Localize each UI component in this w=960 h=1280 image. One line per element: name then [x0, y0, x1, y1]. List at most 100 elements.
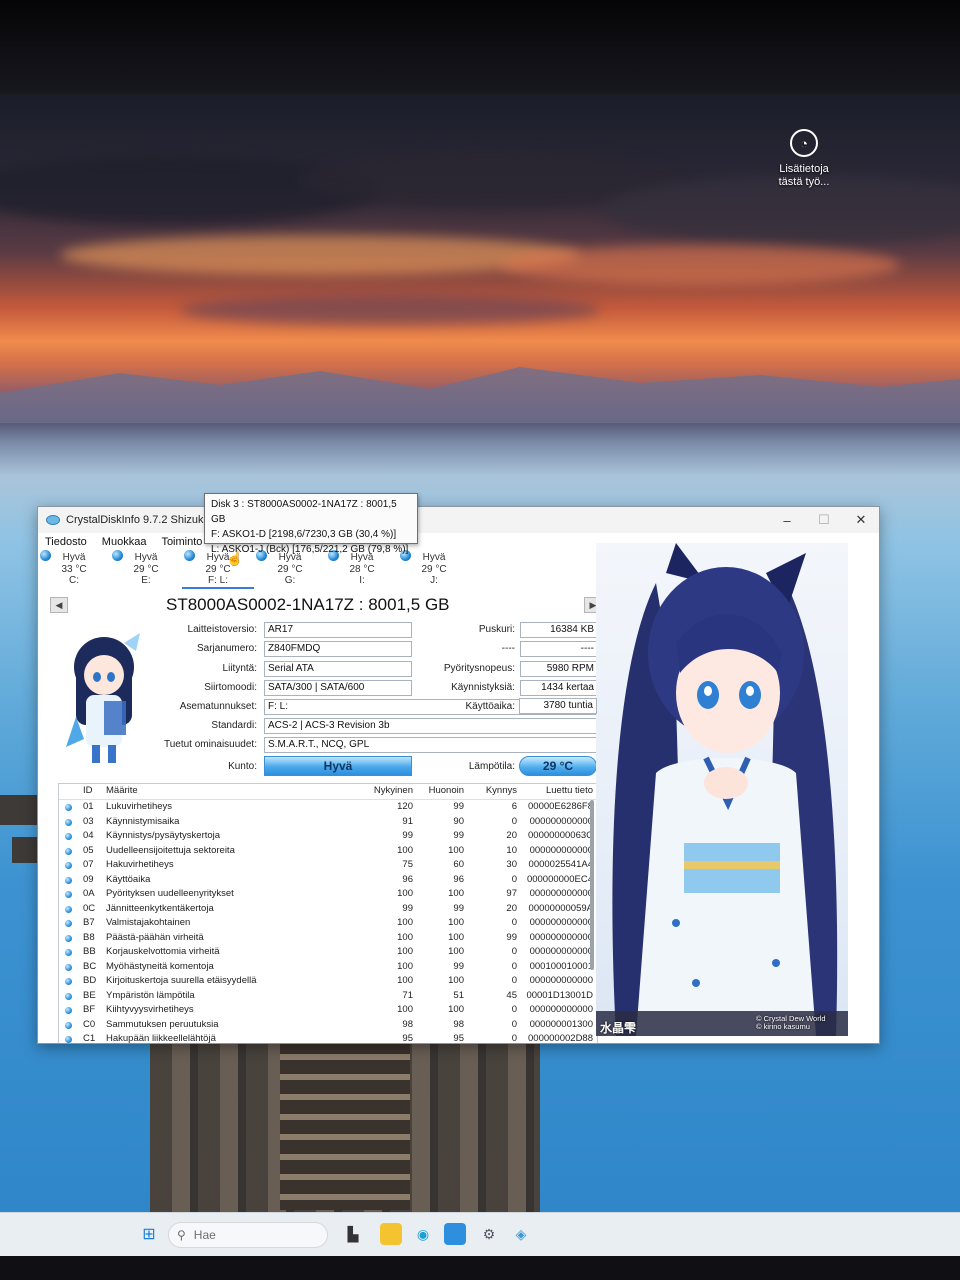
attr-threshold: 20 — [506, 902, 517, 914]
smart-attributes-table[interactable]: ID Määrite Nykyinen Huonoin Kynnys Luett… — [58, 783, 598, 1044]
drive-button-c[interactable]: Hyvä 33 °C C: — [38, 549, 110, 589]
table-row[interactable]: 01 Lukuvirhetiheys 120 99 6 00000E6286F8 — [59, 800, 597, 815]
rotation-label: Pyöritysnopeus: — [443, 663, 515, 674]
table-row[interactable]: 05 Uudelleensijoitettuja sektoreita 100 100… — [59, 844, 597, 859]
attr-current: 99 — [402, 902, 413, 914]
task-view-icon[interactable]: ▙ — [342, 1223, 364, 1245]
attr-id: C1 — [83, 1033, 96, 1044]
attr-raw: 000000000000 — [529, 931, 593, 943]
col-id[interactable]: ID — [83, 785, 93, 796]
tooltip-line-1: Disk 3 : ST8000AS0002-1NA17Z : 8001,5 GB — [211, 499, 397, 525]
attr-id: BB — [83, 946, 96, 957]
table-row[interactable]: C0 Sammutuksen peruutuksia 98 98 0 0000000013… — [59, 1018, 597, 1033]
table-row[interactable]: BB Korjauskelvottomia virheitä 100 100 0 0000… — [59, 945, 597, 960]
table-row[interactable]: BF Kiihtyvyysvirhetiheys 100 100 0 0000000000… — [59, 1003, 597, 1018]
health-status-button[interactable]: Hyvä — [264, 756, 412, 776]
table-row[interactable]: 07 Hakuvirhetiheys 75 60 30 0000025541A4 — [59, 858, 597, 873]
attr-worst: 100 — [448, 1004, 464, 1015]
drive-temp: 33 °C — [61, 564, 87, 575]
edge-icon[interactable]: ◉ — [412, 1223, 434, 1245]
attr-id: 03 — [83, 815, 94, 827]
attr-raw: 000000000000 — [529, 815, 593, 827]
attr-name: Kirjoituskertoja suurella etäisyydellä — [106, 975, 257, 986]
firmware-value: AR17 — [264, 622, 412, 638]
attr-current: 98 — [402, 1018, 413, 1030]
col-attribute[interactable]: Määrite — [106, 785, 138, 796]
table-row[interactable]: B8 Päästä-päähän virheitä 100 100 99 00000000… — [59, 931, 597, 946]
pier-steps — [280, 1040, 410, 1210]
close-button[interactable]: ✕ — [842, 507, 879, 533]
mountains-silhouette — [0, 367, 960, 423]
col-threshold[interactable]: Kynnys — [486, 785, 517, 796]
attr-worst: 100 — [448, 844, 464, 856]
maximize-button[interactable]: ☐ — [805, 507, 843, 533]
table-row[interactable]: 09 Käyttöaika 96 96 0 000000000EC4 — [59, 873, 597, 888]
table-row[interactable]: 03 Käynnistymisaika 91 90 0 000000000000 — [59, 815, 597, 830]
drive-letter: F: L: — [207, 575, 228, 586]
attr-worst: 99 — [453, 801, 464, 812]
table-row[interactable]: 04 Käynnistys/pysäytyskertoja 99 99 20 000000… — [59, 829, 597, 844]
attr-worst: 60 — [453, 859, 464, 870]
col-current[interactable]: Nykyinen — [374, 785, 413, 796]
previous-disk-button[interactable]: ◀ — [50, 597, 68, 613]
table-row[interactable]: 0C Jännitteenkytkentäkertoja 99 99 20 0000000… — [59, 902, 597, 917]
table-row[interactable]: B7 Valmistajakohtainen 100 100 0 000000000000 — [59, 916, 597, 931]
title-bar[interactable]: CrystalDiskInfo 9.7.2 Shizuku Ec – ☐ ✕ — [38, 507, 879, 533]
col-worst[interactable]: Huonoin — [429, 785, 464, 796]
health-ball-icon — [65, 804, 72, 811]
attr-worst: 95 — [453, 1033, 464, 1044]
attr-threshold: 0 — [511, 960, 517, 972]
attr-worst: 100 — [448, 946, 464, 957]
table-row[interactable]: C1 Hakupään liikkeellelähtöjä 95 95 0 0000000… — [59, 1032, 597, 1044]
minimize-button[interactable]: – — [768, 507, 806, 533]
interface-value: Serial ATA — [264, 661, 412, 677]
attr-name: Hakuvirhetiheys — [106, 859, 174, 870]
health-ball-icon — [184, 550, 195, 561]
table-row[interactable]: BC Myöhästyneitä komentoja 100 99 0 000100010… — [59, 960, 597, 975]
attr-worst: 98 — [453, 1018, 464, 1030]
attr-current: 100 — [397, 975, 413, 986]
attr-id: 04 — [83, 830, 94, 841]
desktop-info-shortcut[interactable]: ◔ Lisätietoja tästä työ... — [768, 125, 840, 189]
drive-letter-label: Asematunnukset: — [179, 701, 257, 712]
monitor-bezel-top — [0, 0, 960, 110]
attr-threshold: 0 — [511, 975, 517, 986]
attr-current: 100 — [397, 917, 413, 928]
blank-label: ---- — [501, 643, 515, 654]
file-explorer-icon[interactable] — [380, 1223, 402, 1245]
store-icon[interactable] — [444, 1223, 466, 1245]
attr-threshold: 20 — [506, 830, 517, 841]
attr-name: Uudelleensijoitettuja sektoreita — [106, 844, 235, 856]
taskbar-search-box[interactable]: ⚲ Hae — [168, 1222, 328, 1248]
col-raw[interactable]: Luettu tieto — [546, 785, 593, 796]
attr-id: 0C — [83, 902, 96, 914]
attr-raw: 000000001300 — [529, 1018, 593, 1030]
attr-name: Ympäristön lämpötila — [106, 989, 195, 1001]
search-placeholder: Hae — [193, 1228, 216, 1242]
table-row[interactable]: BE Ympäristön lämpötila 71 51 45 00001D13001D — [59, 989, 597, 1004]
rotation-value: 5980 RPM — [520, 661, 598, 677]
attr-name: Kiihtyvyysvirhetiheys — [106, 1004, 194, 1015]
mascot-chibi-image — [66, 633, 140, 763]
anime-girl-illustration — [596, 543, 848, 1036]
attr-id: 09 — [83, 873, 94, 885]
attr-name: Hakupään liikkeellelähtöjä — [106, 1033, 216, 1044]
attr-id: BC — [83, 960, 97, 972]
attr-worst: 100 — [448, 917, 464, 928]
app-icon[interactable]: ◈ — [510, 1223, 532, 1245]
drive-button-e[interactable]: Hyvä 29 °C E: — [110, 549, 182, 589]
health-ball-icon — [65, 934, 72, 942]
table-row[interactable]: BD Kirjoituskertoja suurella etäisyydellä… — [59, 974, 597, 989]
table-row[interactable]: 0A Pyörityksen uudelleenyritykset 100 100 97… — [59, 887, 597, 902]
settings-icon[interactable]: ⚙ — [478, 1223, 500, 1245]
interface-label: Liityntä: — [222, 663, 257, 674]
windows-start-icon[interactable]: ⊞ — [138, 1223, 160, 1245]
attr-id: BE — [83, 989, 96, 1001]
table-header: ID Määrite Nykyinen Huonoin Kynnys Luett… — [59, 784, 597, 800]
temperature-button[interactable]: 29 °C — [519, 756, 597, 776]
attr-current: 96 — [402, 873, 413, 885]
features-label: Tuetut ominaisuudet: — [163, 739, 257, 750]
power-hours-label: Käyttöaika: — [465, 701, 515, 712]
table-scrollbar[interactable] — [590, 800, 594, 970]
monitor-bezel-bottom — [0, 1256, 960, 1280]
